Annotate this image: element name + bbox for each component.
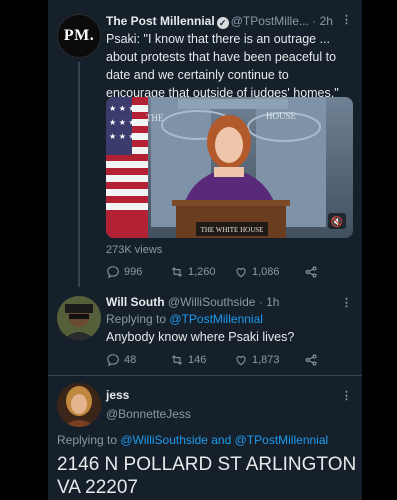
tweet-thread: PM. The Post Millennial ✓ @TPostMille... ·… [48,0,362,500]
author-name[interactable]: Will South [106,295,165,309]
podium-label: THE WHITE HOUSE [201,226,264,234]
retweet-icon [171,355,183,365]
mention-link[interactable]: @TPostMillennial [169,312,263,326]
view-count: 273K views [106,244,163,256]
share-button[interactable] [304,265,318,279]
reply-icon [107,266,119,279]
retweet-count: 1,260 [188,266,216,278]
retweet-count: 146 [188,354,207,366]
share-icon [305,266,317,278]
heart-icon [236,268,246,278]
avatar[interactable]: PM. [57,14,101,58]
author-name[interactable]: The Post Millennial [106,14,215,28]
svg-text:🔇: 🔇 [331,215,343,228]
avatar-image [57,383,101,427]
tweet-video[interactable]: ★ ★ ★ ★ ★ ★ ★ ★ ★ THE WHITE HOUSE HOUSE … [106,97,353,238]
replying-to-and: and [207,433,235,447]
svg-text:★ ★ ★: ★ ★ ★ [109,104,136,113]
retweet-button[interactable]: 146 [170,353,234,367]
svg-text:★ ★ ★: ★ ★ ★ [109,118,136,127]
avatar[interactable] [57,296,101,340]
tweet-header: The Post Millennial ✓ @TPostMille... · 2h [106,14,351,29]
tweet-text: Psaki: "I know that there is an outrage … [106,32,339,100]
like-count: 1,873 [252,354,280,366]
mention-link[interactable]: @WilliSouthside [120,433,208,447]
tweet-text: Anybody know where Psaki lives? [106,330,295,344]
reply-count: 996 [124,266,143,278]
reply-count: 48 [124,354,137,366]
reply-button[interactable]: 996 [106,265,170,279]
tweet-header: Will South @WilliSouthside · 1h [106,295,279,309]
divider [48,375,362,376]
backdrop-label-left: THE [146,113,164,123]
more-options-icon[interactable]: ⋮ [341,389,352,402]
author-handle[interactable]: @TPostMille... [231,14,309,28]
avatar-image [57,296,101,340]
retweet-button[interactable]: 1,260 [170,265,234,279]
heart-icon [236,356,246,366]
tweet-actions: 996 1,260 1,086 [106,265,346,279]
avatar[interactable] [57,383,101,427]
like-count: 1,086 [252,266,280,278]
replying-to: Replying to @TPostMillennial [106,312,263,326]
like-button[interactable]: 1,086 [234,265,304,279]
backdrop-label: HOUSE [266,111,297,121]
video-frame: ★ ★ ★ ★ ★ ★ ★ ★ ★ THE WHITE HOUSE HOUSE … [106,97,353,238]
share-icon [305,354,317,366]
share-button[interactable] [304,353,318,367]
like-button[interactable]: 1,873 [234,353,304,367]
more-options-icon[interactable]: ⋮ [341,296,352,309]
reply-button[interactable]: 48 [106,353,170,367]
more-options-icon[interactable]: ⋮ [341,13,352,26]
reply-icon [107,354,119,367]
verified-badge-icon: ✓ [216,17,229,29]
thread-connector-line [78,62,80,287]
author-name[interactable]: jess [106,388,129,402]
right-margin [362,0,397,500]
tweet-actions: 48 146 1,873 [106,353,346,367]
retweet-icon [171,267,183,277]
tweet-time[interactable]: · 2h [312,14,333,28]
tweet-time[interactable]: · 1h [259,295,280,309]
replying-to-prefix: Replying to [57,433,121,447]
avatar-logo-text: PM. [63,27,95,44]
author-handle[interactable]: @BonnetteJess [106,407,191,421]
left-margin [0,0,48,500]
tweet-text: 2146 N POLLARD ST ARLINGTON VA 22207 [57,454,357,498]
mention-link[interactable]: @TPostMillennial [235,433,329,447]
replying-to-prefix: Replying to [106,312,170,326]
author-handle[interactable]: @WilliSouthside [168,295,256,309]
svg-text:★ ★ ★: ★ ★ ★ [109,132,136,141]
replying-to: Replying to @WilliSouthside and @TPostMi… [57,433,328,447]
